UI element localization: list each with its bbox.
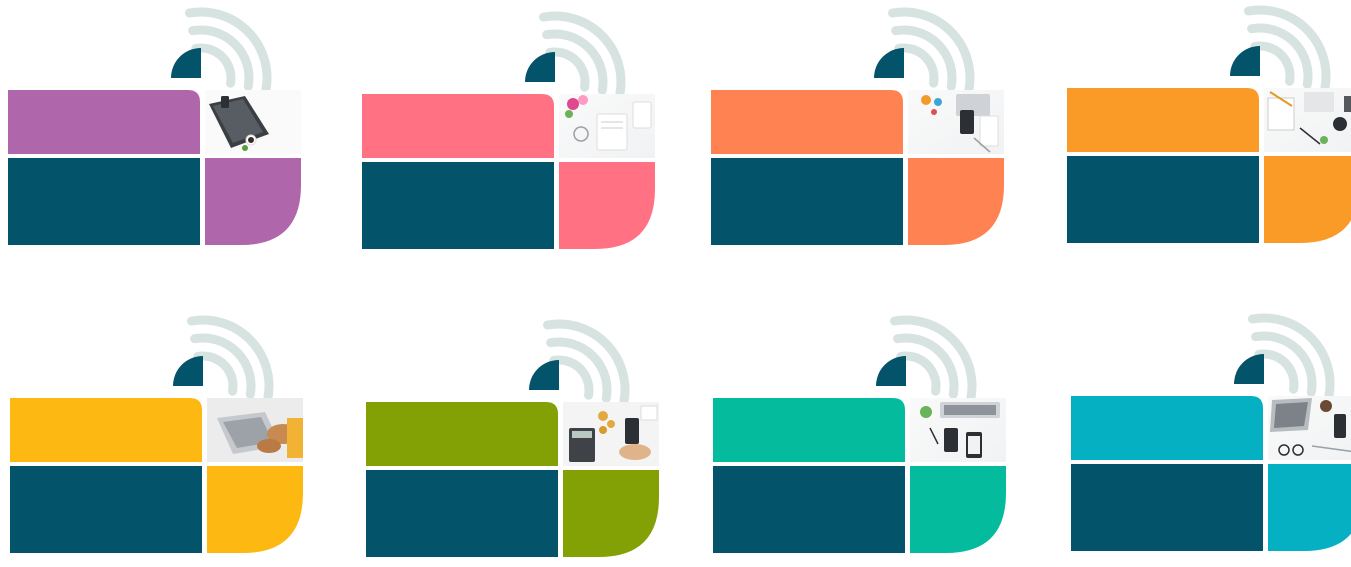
template-graphic bbox=[366, 319, 659, 557]
wifi-signal-icon bbox=[1244, 5, 1331, 92]
navy-block bbox=[713, 466, 905, 553]
template-variant-yellow bbox=[10, 315, 310, 563]
template-variant-pink bbox=[362, 11, 662, 259]
accent-bar-top bbox=[1067, 88, 1259, 152]
template-variant-coral bbox=[711, 7, 1011, 255]
template-graphic bbox=[8, 7, 301, 245]
accent-bar-top bbox=[366, 402, 558, 466]
template-graphic bbox=[713, 315, 1006, 553]
accent-bar-top bbox=[1071, 396, 1263, 460]
template-graphic bbox=[711, 7, 1004, 245]
desk-photo-hands-typing-laptop bbox=[207, 398, 303, 462]
wifi-signal-icon bbox=[539, 11, 626, 98]
wifi-dot-shape bbox=[874, 48, 904, 78]
template-graphic bbox=[1067, 5, 1351, 243]
accent-bar-top bbox=[8, 90, 200, 154]
wifi-dot-shape bbox=[876, 356, 906, 386]
desk-photo-notepad-pen-desk bbox=[1264, 88, 1351, 152]
navy-block bbox=[10, 466, 202, 553]
accent-bar-top bbox=[711, 90, 903, 154]
accent-corner-shape bbox=[559, 162, 655, 249]
wifi-signal-icon bbox=[888, 7, 975, 94]
accent-corner-shape bbox=[205, 158, 301, 245]
accent-corner-shape bbox=[908, 158, 1004, 245]
navy-block bbox=[711, 158, 903, 245]
wifi-dot-shape bbox=[171, 48, 201, 78]
wifi-dot-shape bbox=[1234, 354, 1264, 384]
accent-bar-top bbox=[10, 398, 202, 462]
navy-block bbox=[1071, 464, 1263, 551]
wifi-signal-icon bbox=[890, 315, 977, 402]
accent-corner-shape bbox=[1264, 156, 1351, 243]
accent-bar-top bbox=[713, 398, 905, 462]
template-variant-olive bbox=[366, 319, 666, 567]
wifi-dot-shape bbox=[525, 52, 555, 82]
template-graphic bbox=[1071, 313, 1351, 551]
wifi-dot-shape bbox=[529, 360, 559, 390]
template-variant-orange bbox=[1067, 5, 1351, 253]
wifi-signal-icon bbox=[187, 315, 274, 402]
navy-block bbox=[366, 470, 558, 557]
template-variant-teal bbox=[713, 315, 1013, 563]
desk-photo-phone-clipboard-desk bbox=[908, 90, 1004, 154]
wifi-signal-icon bbox=[185, 7, 272, 94]
accent-bar-top bbox=[362, 94, 554, 158]
template-graphic bbox=[362, 11, 655, 249]
desk-photo-keyboard-phones-desk bbox=[910, 398, 1006, 462]
desk-photo-laptop-phone-desk bbox=[205, 90, 301, 154]
navy-block bbox=[362, 162, 554, 249]
navy-block bbox=[1067, 156, 1259, 243]
wifi-dot-shape bbox=[1230, 46, 1260, 76]
wifi-signal-icon bbox=[543, 319, 630, 406]
template-graphic bbox=[10, 315, 303, 553]
template-variant-cyan bbox=[1071, 313, 1351, 561]
desk-photo-notebook-flowers-desk bbox=[559, 94, 655, 158]
wifi-dot-shape bbox=[173, 356, 203, 386]
accent-corner-shape bbox=[207, 466, 303, 553]
wifi-signal-icon bbox=[1248, 313, 1335, 400]
accent-corner-shape bbox=[1268, 464, 1351, 551]
template-variant-purple bbox=[8, 7, 308, 255]
accent-corner-shape bbox=[563, 470, 659, 557]
accent-corner-shape bbox=[910, 466, 1006, 553]
desk-photo-calculator-phone-coins bbox=[563, 402, 659, 466]
navy-block bbox=[8, 158, 200, 245]
desk-photo-laptop-glasses-desk bbox=[1268, 396, 1351, 460]
